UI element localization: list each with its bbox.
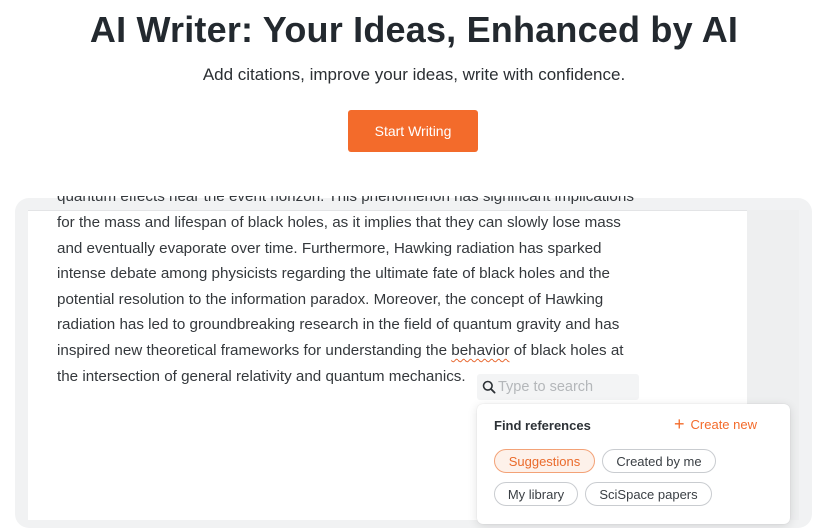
plus-icon: + — [674, 414, 685, 434]
create-new-button[interactable]: + Create new — [674, 415, 757, 433]
chip-suggestions[interactable]: Suggestions — [494, 449, 595, 473]
chip-created-by-me[interactable]: Created by me — [602, 449, 716, 473]
page-title: AI Writer: Your Ideas, Enhanced by AI — [89, 9, 739, 50]
chip-scispace-papers[interactable]: SciSpace papers — [585, 482, 712, 506]
find-references-popover: Find references + Create new Suggestions… — [477, 404, 790, 524]
popover-title: Find references — [494, 418, 591, 433]
page-subtitle: Add citations, improve your ideas, write… — [202, 65, 626, 84]
chip-my-library[interactable]: My library — [494, 482, 578, 506]
text-line: radiation has led to groundbreaking rese… — [57, 316, 620, 334]
text-line: for the mass and lifespan of black holes… — [57, 214, 621, 231]
text-segment: of black holes at — [509, 341, 624, 359]
clipped-text-line: quantum effects near the event horizon. … — [57, 196, 634, 205]
reference-search-input[interactable] — [498, 379, 633, 395]
text-line: potential resolution to the information … — [57, 290, 604, 308]
search-icon — [480, 378, 498, 396]
reference-search-box[interactable] — [477, 374, 639, 400]
create-new-label: Create new — [690, 416, 757, 432]
start-writing-button[interactable]: Start Writing — [348, 110, 478, 152]
text-line: intense debate among physicists regardin… — [57, 265, 611, 283]
text-line: inspired new theoretical frameworks for … — [57, 338, 657, 364]
text-line: and eventually evaporate over time. Furt… — [57, 239, 602, 257]
text-segment: inspired new theoretical frameworks for … — [57, 341, 452, 359]
spellcheck-flagged-word[interactable]: behavior — [451, 342, 509, 359]
document-text[interactable]: quantum effects near the event horizon. … — [57, 196, 657, 389]
